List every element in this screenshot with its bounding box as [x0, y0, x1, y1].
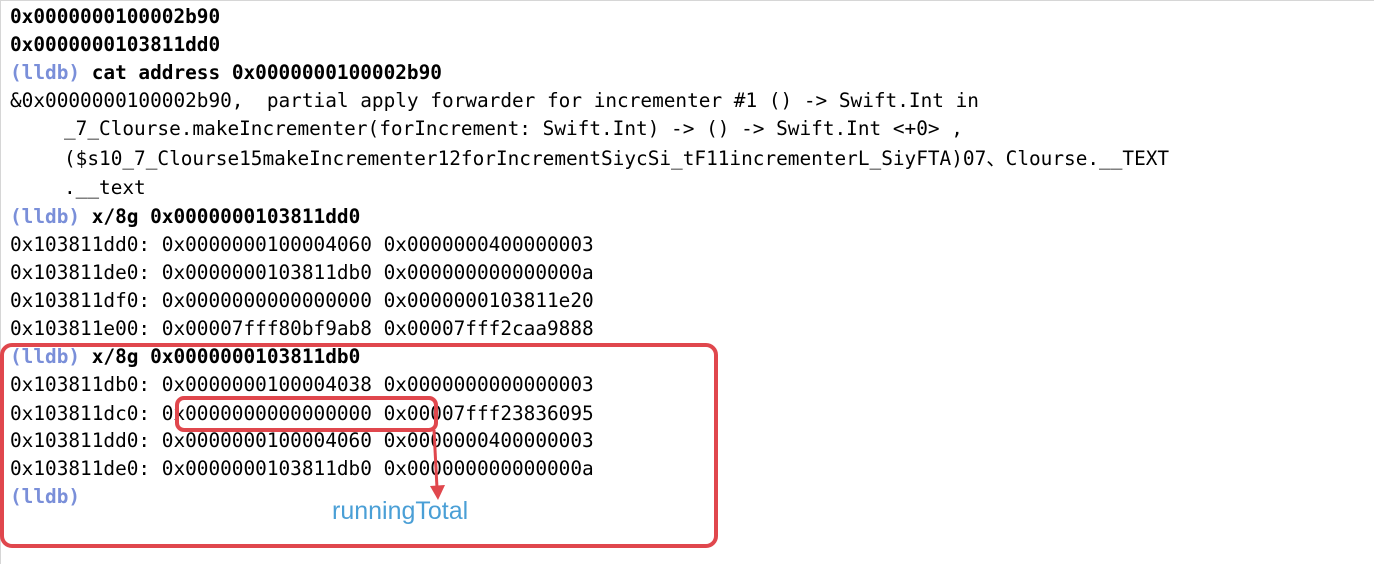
- console-output-line: 0x0000000103811dd0: [10, 33, 221, 56]
- highlight-box-value: [175, 396, 438, 432]
- console-output-line: ($s10_7_Clourse15makeIncrementer12forInc…: [64, 147, 1170, 170]
- console-output-line: _7_Clourse.makeIncrementer(forIncrement:…: [64, 117, 963, 140]
- console-output-line: 0x0000000100002b90: [10, 5, 221, 28]
- memory-row: 0x103811de0: 0x0000000103811db0 0x000000…: [10, 261, 594, 284]
- memory-row: 0x103811df0: 0x0000000000000000 0x000000…: [10, 289, 594, 312]
- console-output-line: &0x0000000100002b90, partial apply forwa…: [10, 89, 979, 112]
- console-output-line: .__text: [64, 176, 146, 199]
- annotation-arrow-icon: [430, 429, 445, 500]
- memory-row: 0x103811dd0: 0x0000000100004060 0x000000…: [10, 233, 594, 256]
- annotation-label: runningTotal: [332, 497, 469, 525]
- command-text: cat address 0x0000000100002b90: [91, 61, 442, 84]
- lldb-prompt: (lldb): [10, 61, 81, 84]
- memory-row: 0x103811e00: 0x00007fff80bf9ab8 0x00007f…: [10, 317, 594, 340]
- command-text: x/8g 0x0000000103811dd0: [91, 205, 361, 228]
- lldb-prompt: (lldb): [10, 205, 81, 228]
- console-command-line: (lldb) x/8g 0x0000000103811dd0: [10, 203, 360, 231]
- console-command-line: (lldb) cat address 0x0000000100002b90: [10, 59, 442, 87]
